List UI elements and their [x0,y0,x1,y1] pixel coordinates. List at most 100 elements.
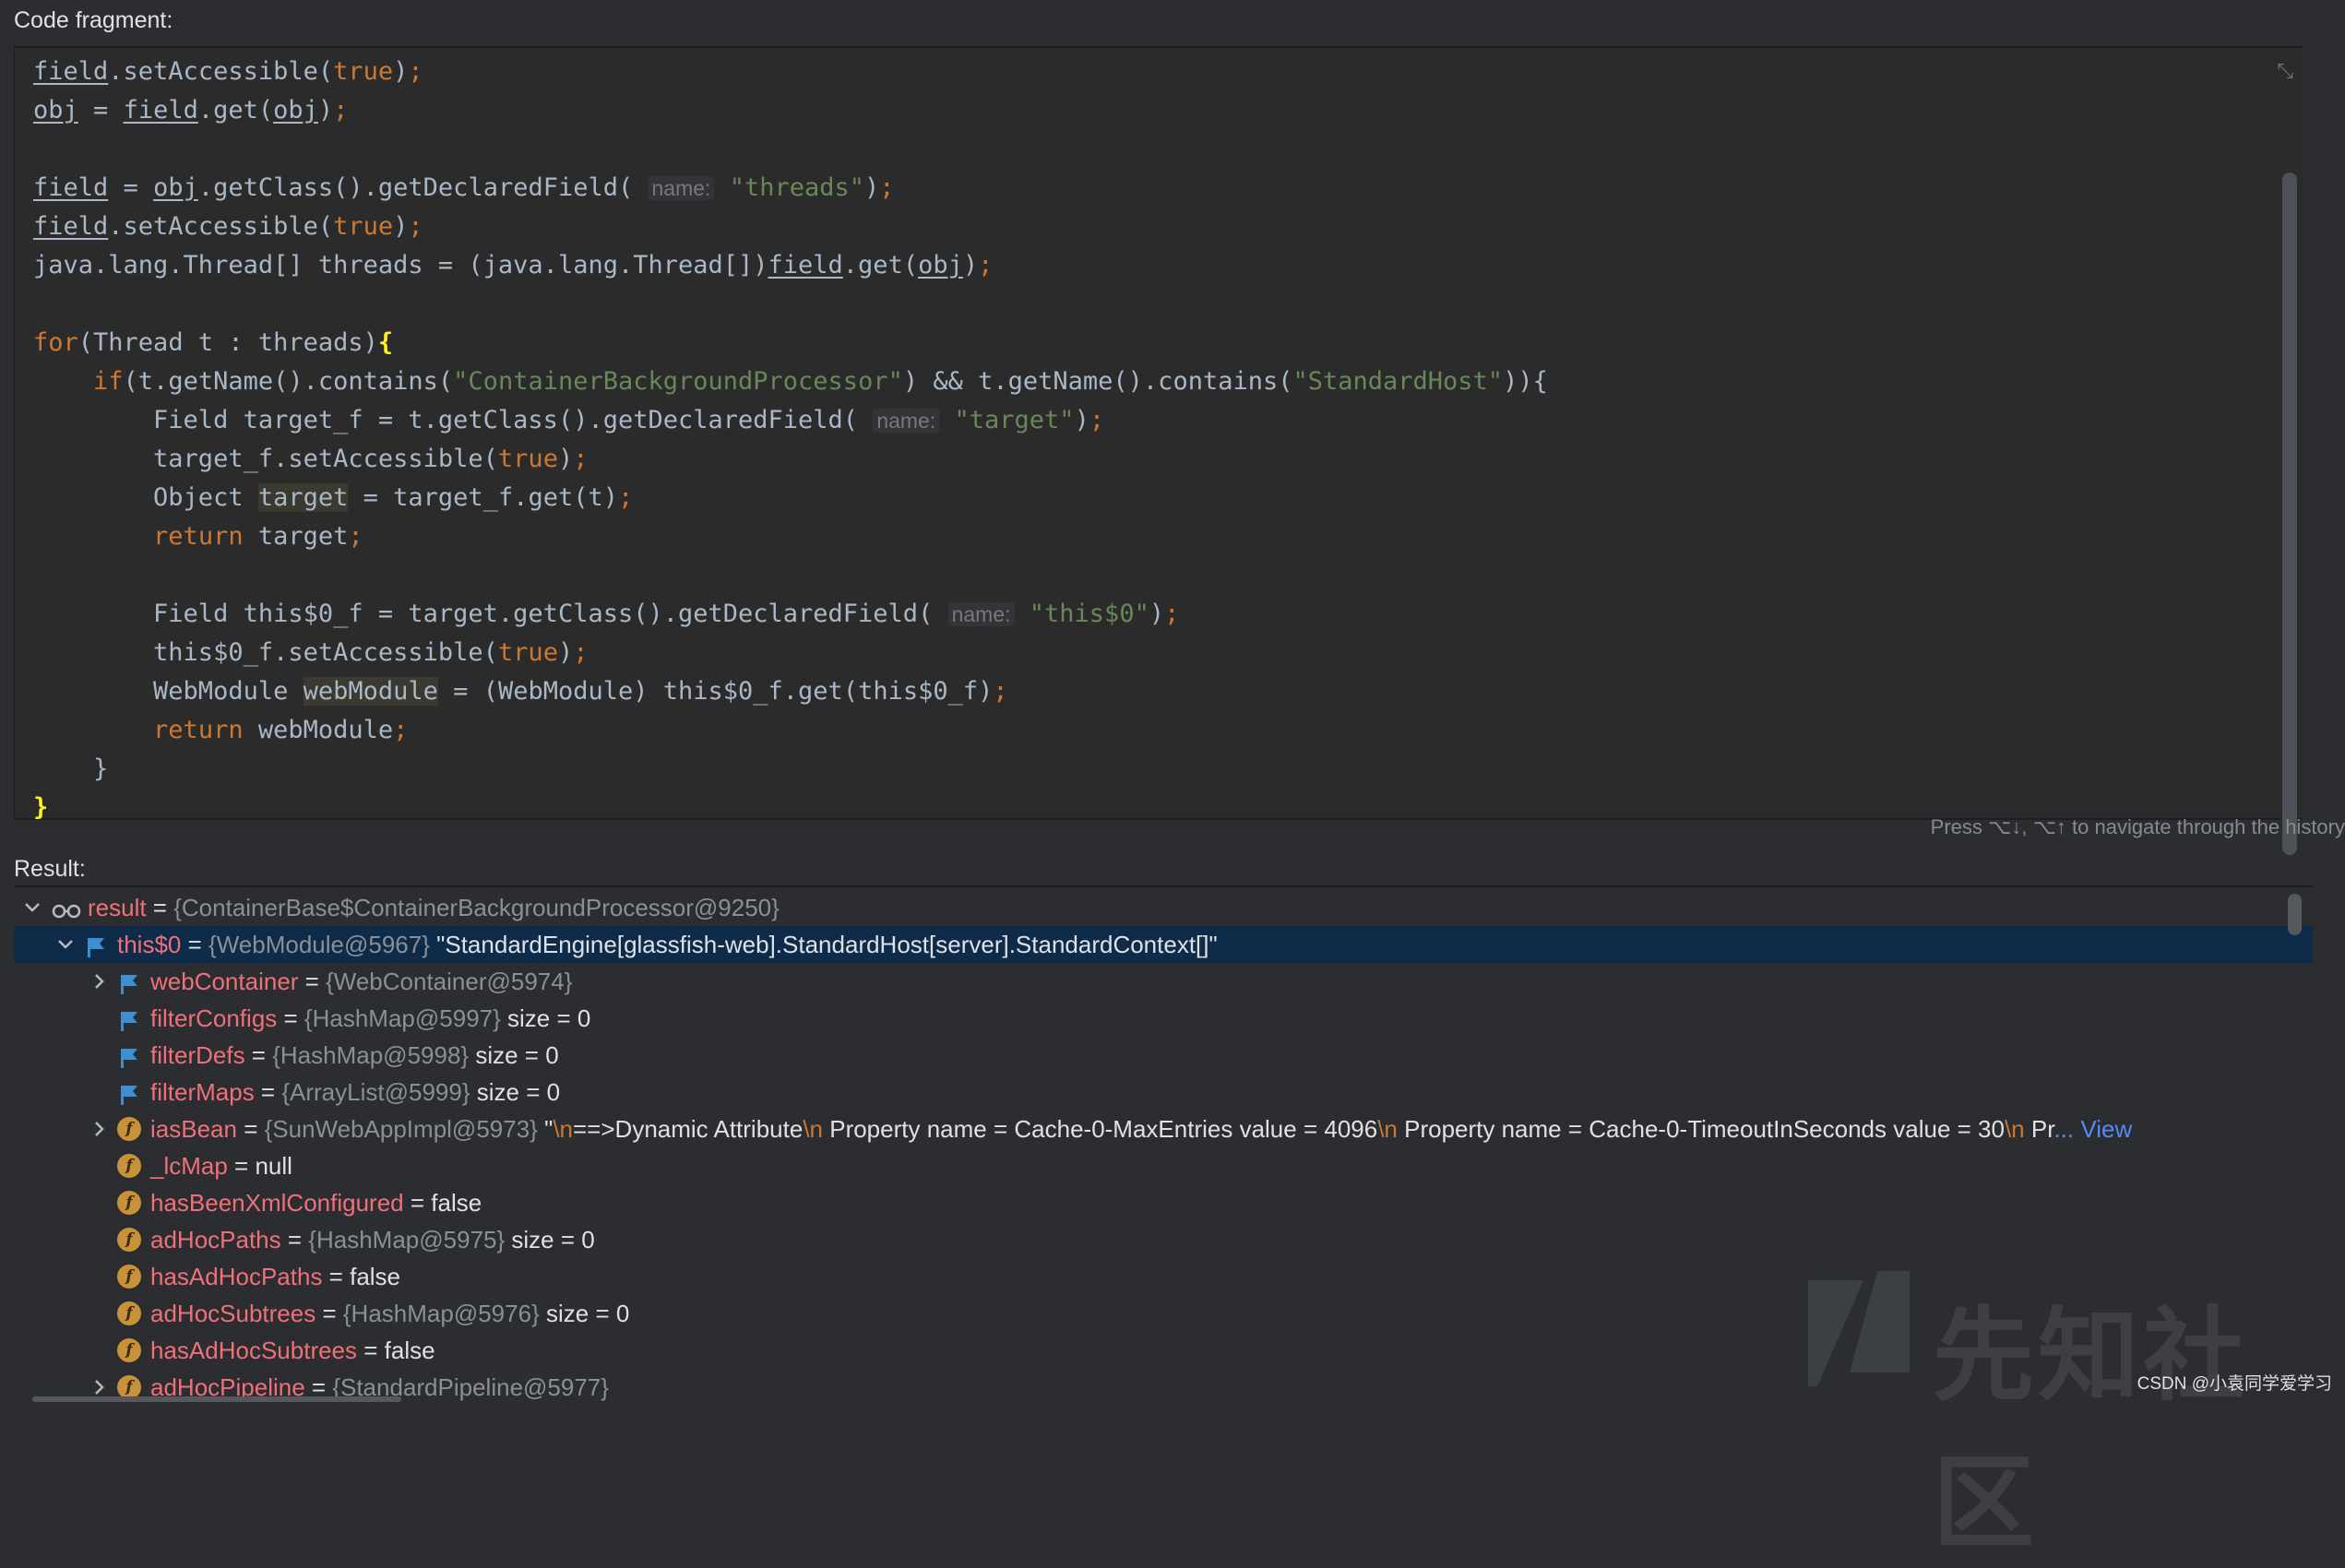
tree-nm: adHocPaths [150,1226,281,1253]
code-token: webModule [303,677,438,706]
code-line[interactable]: for(Thread t : threads){ [33,324,393,362]
code-token: } [33,754,109,783]
code-token: ; [348,522,363,551]
code-line[interactable]: WebModule webModule = (WebModule) this$0… [33,672,1008,711]
result-label: Result: [14,856,86,882]
field-icon: f [117,1228,141,1252]
tree-row-text: iasBean = {SunWebAppImpl@5973} "\n==>Dyn… [150,1111,2132,1147]
tree-row[interactable]: filterMaps = {ArrayList@5999} size = 0 [14,1074,2313,1111]
code-token: .setAccessible( [108,212,334,241]
tree-val: false [431,1189,482,1217]
tree-ref: {ArrayList@5999} [281,1078,470,1106]
tree-row[interactable]: result = {ContainerBase$ContainerBackgro… [14,889,2313,926]
tree-nm: result [88,894,147,921]
code-scrollbar[interactable] [2282,172,2297,855]
tree-ref: {ContainerBase$ContainerBackgroundProces… [173,894,780,921]
value-segment: \n [553,1115,573,1143]
code-token: true [333,212,394,241]
code-line[interactable]: obj = field.get(obj); [33,91,348,130]
tree-row[interactable]: f adHocPaths = {HashMap@5975} size = 0 [14,1221,2313,1258]
flag-icon [117,1006,141,1031]
code-line[interactable]: return target; [33,517,363,556]
code-line[interactable]: return webModule; [33,711,408,750]
value-segment: \n [2004,1115,2025,1143]
tree-row[interactable]: filterDefs = {HashMap@5998} size = 0 [14,1037,2313,1074]
code-token: ; [408,57,423,86]
equals-sign: = [322,1263,351,1290]
code-token: Object [33,483,258,512]
tree-nm: hasAdHocSubtrees [150,1336,358,1364]
code-line[interactable]: field.setAccessible(true); [33,208,423,246]
parameter-hint: name: [873,409,940,433]
code-token: ; [408,212,423,241]
code-token: = (WebModule) this$0_f.get(this$0_f) [437,677,994,706]
tree-row-text: webContainer = {WebContainer@5974} [150,963,572,1000]
code-line[interactable]: Object target = target_f.get(t); [33,479,633,517]
tree-val: false [384,1336,435,1364]
watermark-logo-icon [1808,1271,1910,1386]
field-icon: f [117,1265,141,1289]
code-line[interactable]: } [33,750,108,789]
code-line[interactable]: this$0_f.setAccessible(true); [33,634,588,672]
code-token: "target" [954,406,1075,434]
horizontal-scrollbar[interactable] [32,1396,401,1402]
tree-ref: {SunWebAppImpl@5973} [264,1115,538,1143]
watch-icon [51,896,82,920]
tree-row[interactable]: f iasBean = {SunWebAppImpl@5973} "\n==>Dy… [14,1111,2313,1147]
code-token: = [108,173,154,202]
code-token: field [33,173,109,202]
code-token: .getClass().getDeclaredField( [197,173,649,202]
tree-scrollbar[interactable] [2288,894,2302,935]
tree-row-text: filterMaps = {ArrayList@5999} size = 0 [150,1074,560,1111]
code-token: (t.getName().contains( [123,367,454,396]
code-line[interactable]: Field target_f = t.getClass().getDeclare… [33,401,1104,440]
code-token: Field this$0_f = target.getClass().getDe… [33,600,948,628]
code-token: = target_f.get(t) [348,483,618,512]
tree-row[interactable]: f _lcMap = null [14,1147,2313,1184]
tree-nm: iasBean [150,1115,237,1143]
tree-val: "StandardEngine[glassfish-web].StandardH… [436,931,1218,958]
watermark-text: 先知社区 [1933,1300,2248,1561]
tree-nm: hasBeenXmlConfigured [150,1189,404,1217]
equals-sign: = [146,894,174,921]
tree-val: size = 0 [545,1300,630,1327]
code-token: .get( [197,96,274,125]
code-line[interactable]: Field this$0_f = target.getClass().getDe… [33,595,1179,634]
code-token: "threads" [729,173,865,202]
code-token: ) [962,251,979,279]
tree-nm: filterConfigs [150,1004,278,1032]
tree-nm: _lcMap [150,1152,228,1180]
tree-row[interactable]: f hasBeenXmlConfigured = false [14,1184,2313,1221]
tree-val: size = 0 [511,1226,595,1253]
tree-ref: {WebModule@5967} [208,931,430,958]
code-token: (Thread t : threads) [77,328,378,357]
code-line[interactable]: field = obj.getClass().getDeclaredField(… [33,169,895,208]
equals-sign: = [315,1300,343,1327]
view-link[interactable]: ... View [2053,1115,2132,1143]
tree-ref: {HashMap@5998} [272,1041,470,1069]
code-line[interactable]: if(t.getName().contains("ContainerBackgr… [33,362,1548,401]
tree-row-text: adHocSubtrees = {HashMap@5976} size = 0 [150,1295,629,1332]
code-token: target [243,522,349,551]
tree-row[interactable]: webContainer = {WebContainer@5974} [14,963,2313,1000]
code-line[interactable]: } [33,789,48,827]
value-segment: ==>Dynamic Attribute [573,1115,803,1143]
code-token: for [33,328,78,357]
code-editor[interactable]: field.setAccessible(true); obj = field.ge… [14,46,2303,855]
collapse-icon[interactable]: ⤡ [2277,59,2293,83]
tree-row[interactable]: this$0 = {WebModule@5967} "StandardEngin… [14,926,2313,963]
code-line[interactable]: java.lang.Thread[] threads = (java.lang.… [33,246,993,285]
csdn-watermark: CSDN @小袁同学爱学习 [2137,1374,2332,1394]
code-line[interactable]: field.setAccessible(true); [33,53,423,91]
value-segment: Property name = Cache-0-MaxEntries value… [823,1115,1378,1143]
value-segment: \n [803,1115,823,1143]
equals-sign: = [403,1189,432,1217]
code-token: obj [153,173,198,202]
code-line[interactable]: target_f.setAccessible(true); [33,440,588,479]
tree-row[interactable]: filterConfigs = {HashMap@5997} size = 0 [14,1000,2313,1037]
